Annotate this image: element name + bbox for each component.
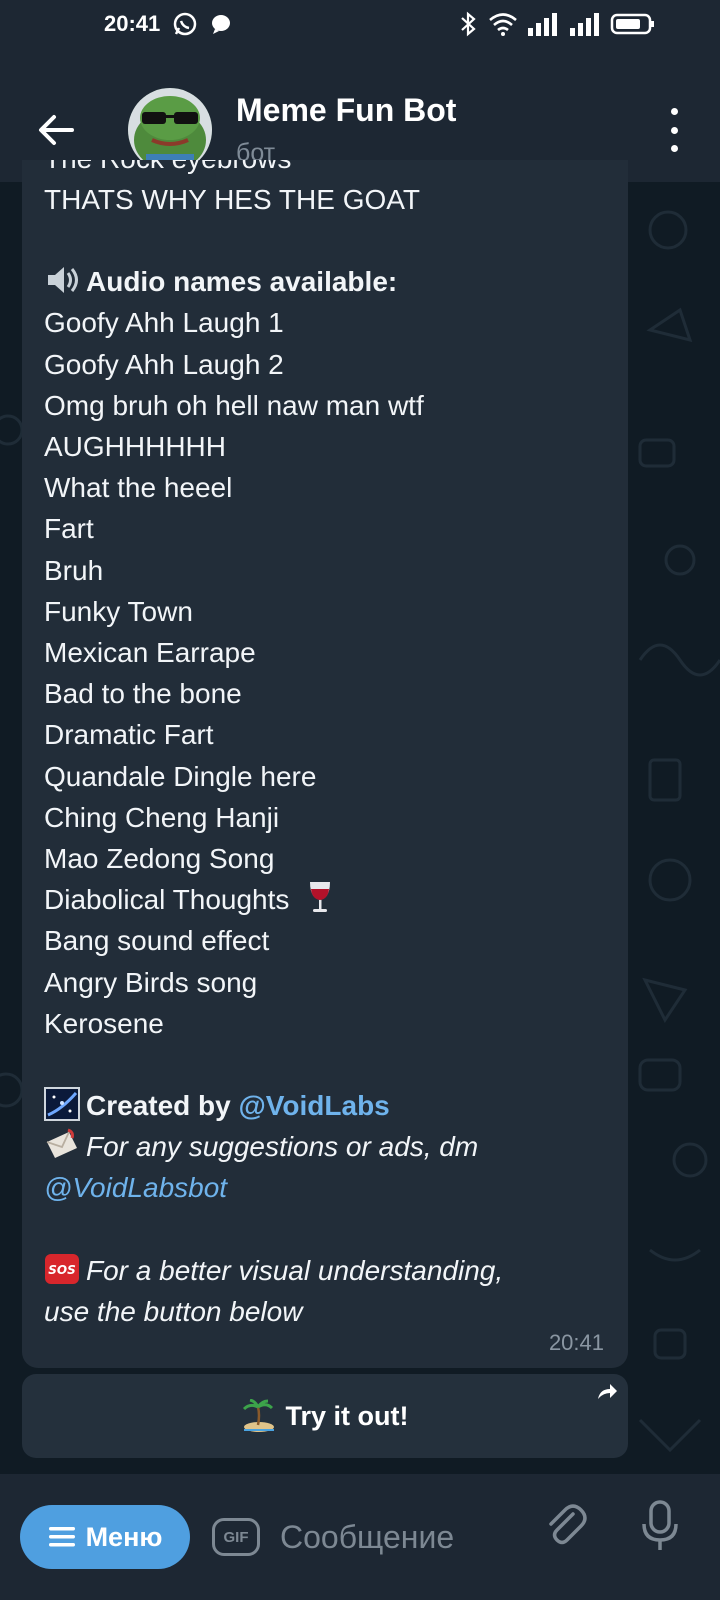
back-arrow-icon — [39, 115, 74, 145]
wine-glass-icon — [305, 879, 341, 913]
suggestions-line: For any suggestions or ads, dm — [44, 1126, 614, 1167]
status-time: 20:41 — [104, 11, 161, 36]
island-icon — [242, 1399, 274, 1432]
signal-icon — [570, 13, 599, 36]
visual-text-2: use the button below — [44, 1295, 303, 1327]
audio-name: Diabolical Thoughts — [44, 884, 290, 916]
suggestions-text: For any suggestions or ads, dm — [86, 1131, 479, 1163]
bluetooth-icon — [461, 11, 476, 37]
audio-name: Quandale Dingle here — [44, 760, 317, 792]
sos-icon: SOS — [44, 1252, 80, 1286]
wifi-icon — [489, 13, 517, 36]
audio-name: What the heeel — [44, 472, 233, 504]
message-line: The Rock eyebrows — [44, 160, 614, 179]
envelope-icon — [44, 1128, 80, 1162]
microphone-icon[interactable] — [640, 1498, 680, 1554]
audio-name: Ching Cheng Hanji — [44, 801, 280, 833]
svg-text:SOS: SOS — [48, 1263, 76, 1277]
bot-menu-button[interactable]: Меню — [20, 1505, 190, 1569]
menu-lines-icon — [48, 1527, 75, 1547]
message-line: THATS WHY HES THE GOAT — [44, 184, 420, 215]
audio-name: Mexican Earrape — [44, 637, 256, 669]
whatsapp-icon — [174, 12, 197, 36]
voidlabs-link[interactable]: @VoidLabs — [239, 1090, 390, 1121]
audio-name: Bruh — [44, 554, 104, 586]
chat-icon — [212, 15, 231, 34]
audio-name: AUGHHHHHH — [44, 431, 226, 463]
audio-name: Bad to the bone — [44, 678, 242, 710]
audio-name-row: Diabolical Thoughts — [44, 879, 614, 920]
audio-name: Mao Zedong Song — [44, 843, 275, 875]
audio-name: Goofy Ahh Laugh 2 — [44, 348, 284, 380]
audio-heading-text: Audio names available: — [86, 266, 398, 298]
try-it-out-label: Try it out! — [285, 1400, 409, 1431]
gif-label: GIF — [223, 1528, 249, 1546]
battery-icon — [610, 13, 654, 35]
audio-name: Dramatic Fart — [44, 719, 214, 751]
audio-name: Funky Town — [44, 595, 193, 627]
galaxy-icon — [44, 1087, 80, 1122]
menu-label: Меню — [85, 1521, 163, 1552]
try-it-out-button[interactable]: Try it out! — [22, 1374, 628, 1458]
signal-icon — [528, 13, 557, 36]
audio-name: Bang sound effect — [44, 925, 270, 957]
audio-name: Fart — [44, 513, 94, 545]
audio-name: Angry Birds song — [44, 966, 258, 998]
audio-heading: Audio names available: — [44, 261, 614, 302]
more-vert-icon[interactable] — [664, 108, 684, 152]
chat-title[interactable]: Meme Fun Bot — [236, 92, 456, 129]
message-bubble[interactable]: The Rock eyebrows THATS WHY HES THE GOAT… — [22, 160, 628, 1368]
message-time: 20:41 — [548, 1330, 604, 1355]
message-text: The Rock eyebrows THATS WHY HES THE GOAT… — [44, 160, 614, 1332]
visual-text-1: For a better visual understanding, — [86, 1254, 504, 1286]
audio-name: Kerosene — [44, 1007, 164, 1039]
audio-name: Goofy Ahh Laugh 1 — [44, 307, 284, 339]
created-by-label: Created by — [86, 1090, 231, 1122]
paperclip-icon[interactable] — [543, 1500, 587, 1550]
share-icon — [598, 1384, 617, 1399]
back-button[interactable] — [28, 102, 84, 158]
speaker-icon — [44, 263, 80, 297]
voidlabsbot-link[interactable]: @VoidLabsbot — [44, 1172, 227, 1203]
suggestions-link-line: @VoidLabsbot — [44, 1167, 614, 1208]
message-composer: Меню GIF — [0, 1474, 720, 1600]
visual-line: SOS For a better visual understanding, — [44, 1250, 614, 1291]
audio-name: Omg bruh oh hell naw man wtf — [44, 389, 424, 421]
message-input[interactable] — [280, 1507, 520, 1567]
created-by-line: Created by @VoidLabs — [44, 1085, 614, 1126]
gif-icon[interactable]: GIF — [212, 1518, 260, 1556]
